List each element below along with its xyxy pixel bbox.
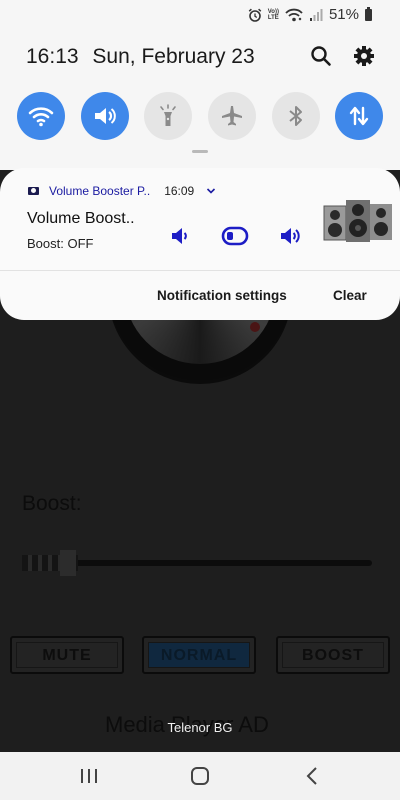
settings-gear-icon[interactable] xyxy=(352,44,376,68)
notification-card[interactable]: Volume Booster P.. 16:09 Volume Boost.. … xyxy=(0,168,400,320)
data-transfer-icon xyxy=(349,106,369,126)
mobile-data-tile[interactable] xyxy=(335,92,383,140)
boost-slider-thumb[interactable] xyxy=(60,550,76,576)
speaker-icon xyxy=(95,108,116,124)
chevron-down-icon[interactable] xyxy=(206,186,216,196)
speaker-low-icon xyxy=(172,228,187,244)
status-icons: Vo)) LTE 51% xyxy=(248,6,372,23)
boost-label: Boost: xyxy=(22,492,82,515)
sound-tile[interactable] xyxy=(81,92,129,140)
battery-percentage: 51% xyxy=(328,6,359,23)
boost-button[interactable]: BOOST xyxy=(276,636,390,674)
normal-button-label: NORMAL xyxy=(148,642,250,668)
volte-line-2: LTE xyxy=(267,14,279,21)
clear-button[interactable]: Clear xyxy=(333,288,367,303)
volume-up-button[interactable] xyxy=(275,220,307,252)
speakers-image xyxy=(323,200,392,242)
bluetooth-icon xyxy=(289,106,302,126)
quick-settings-panel: Vo)) LTE 51% 16:13 Sun, February 23 xyxy=(0,0,400,170)
alarm-icon xyxy=(248,8,262,22)
notification-header: Volume Booster P.. 16:09 xyxy=(28,184,216,198)
toggle-icon xyxy=(221,226,249,246)
wifi-tile[interactable] xyxy=(17,92,65,140)
flashlight-icon xyxy=(160,104,176,126)
flashlight-tile[interactable] xyxy=(144,92,192,140)
panel-drag-handle[interactable] xyxy=(192,150,208,153)
wifi-status-icon xyxy=(285,8,303,21)
notification-settings-button[interactable]: Notification settings xyxy=(157,288,287,303)
mute-button[interactable]: MUTE xyxy=(10,636,124,674)
airplane-icon xyxy=(222,106,242,126)
clock-time: 16:13 xyxy=(26,45,79,68)
boost-button-label: BOOST xyxy=(282,642,384,668)
wifi-icon xyxy=(28,107,54,127)
volte-line-1: Vo)) xyxy=(267,8,279,15)
home-icon[interactable] xyxy=(189,766,211,786)
notification-title: Volume Boost.. xyxy=(27,210,135,227)
mute-button-label: MUTE xyxy=(16,642,118,668)
back-icon[interactable] xyxy=(302,766,324,786)
status-bar: Vo)) LTE 51% xyxy=(0,0,400,28)
navigation-bar xyxy=(0,752,400,800)
notification-subtitle: Boost: OFF xyxy=(27,236,94,251)
battery-icon xyxy=(365,6,372,21)
speaker-high-icon xyxy=(281,228,300,244)
recent-apps-icon[interactable] xyxy=(78,766,100,786)
notification-divider xyxy=(0,270,400,271)
signal-icon xyxy=(309,8,323,21)
clock-date[interactable]: 16:13 Sun, February 23 xyxy=(26,45,255,69)
notification-time: 16:09 xyxy=(164,184,195,198)
carrier-label: Telenor BG xyxy=(167,720,233,735)
date-text: Sun, February 23 xyxy=(92,45,255,68)
bluetooth-tile[interactable] xyxy=(272,92,320,140)
volte-indicator: Vo)) LTE xyxy=(268,9,279,21)
normal-button[interactable]: NORMAL xyxy=(142,636,256,674)
boost-toggle-button[interactable] xyxy=(219,220,251,252)
knob-indicator-dot xyxy=(250,322,260,332)
notification-app-name: Volume Booster P.. xyxy=(49,184,151,198)
airplane-mode-tile[interactable] xyxy=(208,92,256,140)
search-icon[interactable] xyxy=(309,44,333,68)
camera-app-icon xyxy=(28,187,39,195)
volume-down-button[interactable] xyxy=(164,220,196,252)
